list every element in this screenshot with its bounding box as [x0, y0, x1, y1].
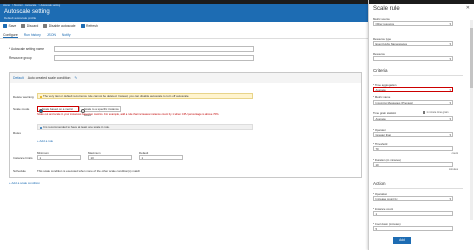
disable-icon — [43, 24, 48, 28]
rules-info-text: It is recommended to have at least one s… — [43, 125, 110, 129]
breadcrumb-monitor[interactable]: Monitor - Autoscale — [14, 4, 36, 7]
save-button[interactable]: Save — [3, 24, 16, 28]
tab-bar: Configure Run history JSON Notify — [0, 31, 368, 39]
profile-label: Default — [13, 76, 24, 80]
autoscale-blade: Home > Monitor - Autoscale > Autoscale set… — [0, 0, 368, 250]
disable-autoscale-button[interactable]: Disable autoscale — [43, 24, 76, 28]
discard-label: Discard — [26, 24, 39, 28]
scale-mode-hint: Scale out and scale in your instances ba… — [37, 113, 220, 116]
add-rule-link[interactable]: + Add a rule — [37, 139, 53, 143]
rules-label: Rules — [13, 131, 21, 135]
time-grain-select[interactable]: Average — [373, 116, 453, 121]
breadcrumb-setting[interactable]: Autoscale setting — [40, 4, 60, 7]
page-subtitle: Default autoscale profile — [4, 16, 37, 20]
resource-group-row: Resource group — [9, 55, 254, 61]
scale-condition-card: Default Auto created scale condition ✎ D… — [9, 72, 362, 178]
metric-name-label: * Metric name — [373, 95, 391, 99]
cool-down-input[interactable]: 5 — [373, 226, 453, 231]
toolbar: Save Discard Disable autoscale Refresh — [0, 22, 368, 30]
metric-name-select[interactable]: Incoming Messages (Preview) — [373, 100, 453, 105]
operation-select[interactable]: Increase count by — [373, 196, 453, 201]
scale-mode-toggle: Scale based on a metric Scale to a speci… — [37, 106, 121, 117]
action-divider — [373, 188, 463, 189]
minimum-input[interactable]: 1 — [37, 155, 81, 160]
checkbox-icon — [423, 111, 426, 114]
pane-scrollbar-thumb[interactable] — [470, 28, 473, 88]
instance-limits-label: Instance limits — [13, 156, 33, 160]
setting-name-row: * Autoscale setting name — [9, 46, 254, 52]
time-aggregation-select[interactable]: Average — [373, 87, 453, 92]
resource-type-select[interactable]: Event Hubs Namespaces — [373, 41, 453, 46]
scale-mode-label: Scale mode — [13, 107, 30, 111]
time-grain-label: Time grain statistic — [373, 111, 397, 115]
resource-group-label: Resource group — [9, 55, 32, 60]
warning-icon — [39, 95, 42, 98]
edit-icon[interactable]: ✎ — [74, 76, 77, 80]
schedule-label: Schedule — [13, 169, 26, 173]
time-grain-check-label: 1 minute time grain — [426, 111, 449, 114]
condition-title: Auto created scale condition — [27, 76, 71, 80]
save-label: Save — [8, 24, 17, 28]
save-icon — [3, 24, 7, 28]
breadcrumb-home[interactable]: Home — [3, 4, 10, 7]
time-grain-checkbox[interactable]: 1 minute time grain — [423, 111, 448, 114]
scale-mode-metric-radio[interactable]: Scale based on a metric — [37, 106, 79, 113]
schedule-text: This scale condition is executed when no… — [37, 169, 141, 173]
duration-unit: minutes — [448, 168, 458, 171]
close-icon[interactable]: ✕ — [466, 5, 470, 11]
setting-name-label: * Autoscale setting name — [9, 46, 45, 51]
info-icon — [39, 126, 42, 129]
setting-name-input[interactable] — [54, 46, 254, 52]
condition-header: Default Auto created scale condition ✎ — [10, 73, 361, 83]
discard-button[interactable]: Discard — [21, 24, 38, 28]
scale-mode-instance-radio[interactable]: Scale to a specific instance count — [79, 106, 121, 117]
refresh-label: Refresh — [86, 24, 98, 28]
duration-input[interactable]: 10 — [373, 162, 453, 167]
delete-warning-text: The very last or default recurrence rule… — [43, 94, 190, 98]
threshold-unit: count — [451, 152, 458, 155]
refresh-button[interactable]: Refresh — [80, 24, 98, 28]
operator-select[interactable]: Greater than — [373, 132, 453, 137]
blade-header: Home > Monitor - Autoscale > Autoscale set… — [0, 4, 368, 22]
refresh-icon — [80, 24, 85, 28]
scale-rule-pane: Scale rule ✕ Metric source Other resourc… — [368, 0, 474, 250]
tab-run-history[interactable]: Run history — [24, 31, 41, 38]
disable-label: Disable autoscale — [48, 24, 76, 28]
tab-json[interactable]: JSON — [47, 31, 56, 38]
instance-count-input[interactable]: 1 — [373, 211, 453, 216]
resource-select[interactable] — [373, 56, 453, 61]
tab-configure[interactable]: Configure — [3, 31, 18, 38]
threshold-input[interactable]: 70 — [373, 146, 453, 151]
default-input[interactable]: 1 — [139, 155, 183, 160]
maximum-input[interactable]: 10 — [88, 155, 132, 160]
pane-title: Scale rule — [373, 6, 400, 12]
action-heading: Action — [373, 181, 386, 186]
pane-top-bar — [369, 0, 474, 4]
page-title: Autoscale setting — [4, 9, 50, 15]
criteria-divider — [373, 75, 463, 76]
metric-source-select[interactable]: Other resource — [373, 21, 453, 26]
rules-info-banner: It is recommended to have at least one s… — [37, 124, 253, 130]
discard-icon — [21, 24, 26, 28]
breadcrumb: Home > Monitor - Autoscale > Autoscale set… — [3, 4, 61, 7]
add-rule-button[interactable]: Add — [393, 237, 411, 244]
delete-warning-label: Delete warning — [13, 95, 34, 99]
criteria-heading: Criteria — [373, 68, 388, 73]
resource-group-select[interactable] — [54, 55, 254, 61]
add-scale-condition-link[interactable]: + Add a scale condition — [9, 181, 40, 185]
tab-notify[interactable]: Notify — [62, 31, 71, 38]
delete-warning-banner: The very last or default recurrence rule… — [37, 93, 253, 99]
